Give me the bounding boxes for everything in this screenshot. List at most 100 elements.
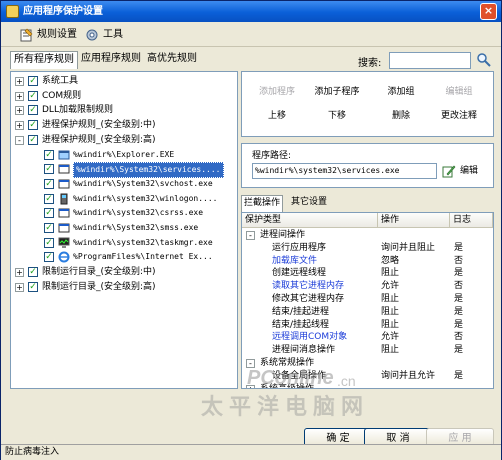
tree-node-label: %windir%\Explorer.EXE <box>73 149 175 159</box>
menu-tools[interactable]: 工具 <box>85 27 123 43</box>
grid-group-row[interactable]: + 系统高级操作 <box>242 383 493 388</box>
grid-cell-action: 阻止 <box>381 306 400 317</box>
grid-cell-log: 是 <box>454 294 464 304</box>
tree-node-label: DLL加载限制规则 <box>42 105 113 116</box>
expand-icon[interactable]: + <box>15 282 24 292</box>
program-path-panel: 程序路径: %windir%\system32\services.exe 编辑 <box>241 143 494 188</box>
grid-cell-action: 允许 <box>381 281 400 292</box>
tree-checkbox[interactable]: ✓ <box>44 223 54 233</box>
tree-checkbox[interactable]: ✓ <box>44 149 54 160</box>
add-program-button[interactable]: 添加程序 <box>248 84 306 100</box>
taskmgr-icon <box>58 237 70 249</box>
tab-app-rules[interactable]: 应用程序规则 <box>78 51 144 69</box>
tree-checkbox[interactable]: ✓ <box>28 76 38 86</box>
tab-other-settings[interactable]: 其它设置 <box>289 195 329 212</box>
tree-checkbox[interactable]: ✓ <box>44 193 54 204</box>
search-input[interactable] <box>389 52 471 69</box>
status-bar: 防止病毒注入 <box>1 444 501 460</box>
search-icon[interactable] <box>476 52 492 68</box>
tree-checkbox[interactable]: ✓ <box>28 281 38 292</box>
tree-node[interactable]: ✓ %windir%\Explorer.EXE <box>11 148 237 162</box>
add-group-button[interactable]: 添加组 <box>372 84 430 100</box>
grid-row[interactable]: 结束/挂起线程 阻止 是 <box>242 319 493 332</box>
expand-icon[interactable]: + <box>15 121 24 131</box>
tree-node[interactable]: ✓ %windir%\System32\smss.exe <box>11 221 237 235</box>
tree-checkbox[interactable]: ✓ <box>44 208 54 219</box>
grid-cell-action: 阻止 <box>381 294 400 304</box>
tree-node[interactable]: + ✓ COM规则 <box>11 89 237 103</box>
grid-header-action[interactable]: 操作 <box>378 213 450 228</box>
delete-button[interactable]: 删除 <box>372 108 430 124</box>
tree-node[interactable]: + ✓ 进程保护规则_(安全级别:中) <box>11 118 237 132</box>
grid-header-type[interactable]: 保护类型 <box>242 213 378 228</box>
add-subprogram-button[interactable]: 添加子程序 <box>308 84 366 100</box>
tree-node-label: COM规则 <box>42 90 82 101</box>
grid-header-log[interactable]: 日志 <box>450 213 493 228</box>
grid-cell-action: 忽略 <box>381 255 400 266</box>
tab-intercept-operations[interactable]: 拦截操作 <box>241 195 284 212</box>
grid-row[interactable]: 修改其它进程内存 阻止 是 <box>242 293 493 306</box>
action-button-panel: 添加程序 添加子程序 添加组 编辑组 上移 下移 删除 更改注释 <box>241 71 494 137</box>
grid-row[interactable]: 设备全局操作 询问并且允许 是 <box>242 370 493 383</box>
tree-node[interactable]: ✓ %windir%\system32\winlogon.... <box>11 192 237 206</box>
grid-row[interactable]: 创建远程线程 阻止 是 <box>242 267 493 280</box>
grid-row[interactable]: 加载库文件 忽略 否 <box>242 255 493 268</box>
collapse-icon[interactable]: - <box>246 359 255 368</box>
grid-cell-action: 阻止 <box>381 345 400 356</box>
tree-checkbox[interactable]: ✓ <box>44 252 54 263</box>
move-up-button[interactable]: 上移 <box>248 108 306 124</box>
tab-high-priority[interactable]: 高优先规则 <box>144 51 200 69</box>
dialog-buttons: 确 定 取 消 应 用 <box>1 395 501 450</box>
grid-row[interactable]: 运行应用程序 询问并且阻止 是 <box>242 242 493 255</box>
grid-group-row[interactable]: - 系统常规操作 <box>242 357 493 370</box>
tree-node[interactable]: ✓ %ProgramFiles%\Internet Ex... <box>11 250 237 264</box>
tree-checkbox[interactable]: ✓ <box>44 237 54 248</box>
grid-group-row[interactable]: - 进程间操作 <box>242 229 493 242</box>
grid-row[interactable]: 结束/挂起进程 阻止 是 <box>242 306 493 319</box>
tree-checkbox[interactable]: ✓ <box>28 90 38 101</box>
expand-icon[interactable]: + <box>15 268 24 278</box>
app-window: 应用程序保护设置 × 规则设置 工具 所有程序规则 应用程序规则 高优先规则 搜… <box>0 0 502 460</box>
grid-cell-log: 是 <box>454 345 464 356</box>
tree-checkbox[interactable]: ✓ <box>28 105 38 116</box>
tree-node[interactable]: + ✓ 限制运行目录_(安全级别:高) <box>11 280 237 294</box>
grid-row[interactable]: 远程调用COM对象 允许 否 <box>242 331 493 344</box>
expand-icon[interactable]: + <box>15 91 24 101</box>
expand-icon[interactable]: + <box>246 384 255 388</box>
move-down-button[interactable]: 下移 <box>308 108 366 124</box>
expand-icon[interactable]: + <box>15 106 24 116</box>
collapse-icon[interactable]: - <box>246 231 255 240</box>
grid-row[interactable]: 读取其它进程内存 允许 否 <box>242 280 493 293</box>
tree-checkbox[interactable]: ✓ <box>28 120 38 131</box>
tree-node[interactable]: - ✓ 进程保护规则_(安全级别:高) <box>11 133 237 147</box>
collapse-icon[interactable]: - <box>15 135 24 145</box>
menu-rules-settings[interactable]: 规则设置 <box>19 27 77 43</box>
rule-tree[interactable]: + ✓ 系统工具 + ✓ COM规则 + ✓ DLL加载限制规则 + ✓ 进程保护规则_(安全级别:中… <box>10 71 238 389</box>
exe-icon <box>58 178 70 190</box>
grid-cell-type: 设备全局操作 <box>272 370 327 381</box>
title-bar: 应用程序保护设置 × <box>1 1 501 22</box>
grid-cell-log: 是 <box>454 319 464 330</box>
grid-row[interactable]: 进程间消息操作 阻止 是 <box>242 344 493 357</box>
expand-icon[interactable]: + <box>15 77 24 86</box>
edit-group-button[interactable]: 编辑组 <box>430 84 488 100</box>
tree-node[interactable]: ✓ %windir%\System32\services.... <box>11 162 237 179</box>
tree-node[interactable]: + ✓ 系统工具 <box>11 74 237 88</box>
search-label: 搜索: <box>358 58 382 69</box>
tree-checkbox[interactable]: ✓ <box>44 178 54 189</box>
tree-node[interactable]: + ✓ DLL加载限制规则 <box>11 103 237 117</box>
tree-node-label: %ProgramFiles%\Internet Ex... <box>73 252 213 262</box>
tree-checkbox[interactable]: ✓ <box>28 267 38 278</box>
program-path-field[interactable]: %windir%\system32\services.exe <box>252 163 437 179</box>
tab-all-rules[interactable]: 所有程序规则 <box>10 51 78 69</box>
edit-button[interactable]: 编辑 <box>442 163 478 179</box>
tree-node[interactable]: ✓ %windir%\system32\taskmgr.exe <box>11 236 237 250</box>
tree-checkbox[interactable]: ✓ <box>44 164 54 175</box>
tree-node[interactable]: ✓ %windir%\System32\svchost.exe <box>11 177 237 191</box>
tree-node[interactable]: + ✓ 限制运行目录_(安全级别:中) <box>11 265 237 279</box>
grid-cell-action: 询问并且阻止 <box>381 242 436 253</box>
tree-node[interactable]: ✓ %windir%\system32\csrss.exe <box>11 206 237 220</box>
tree-checkbox[interactable]: ✓ <box>28 134 38 145</box>
change-note-button[interactable]: 更改注释 <box>430 108 488 124</box>
close-button[interactable]: × <box>480 3 497 20</box>
